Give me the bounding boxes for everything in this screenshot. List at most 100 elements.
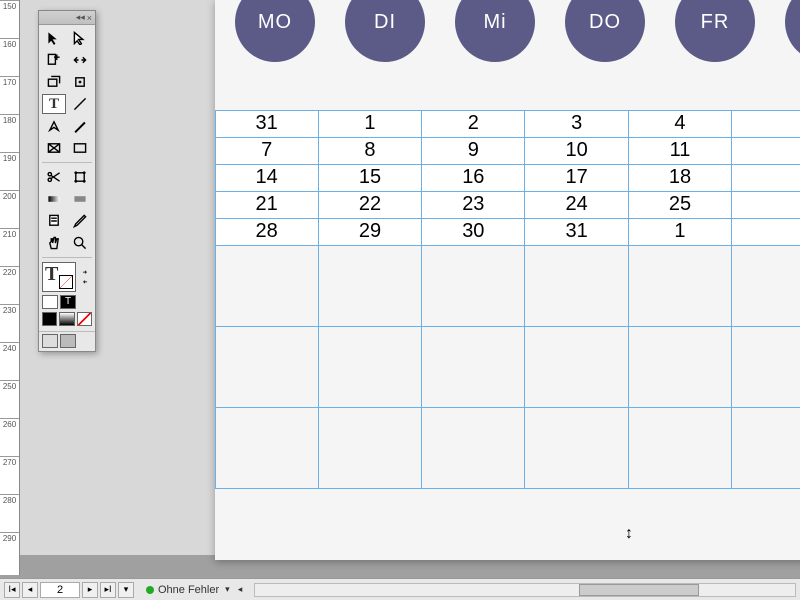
apply-gradient[interactable] [59,312,74,326]
pen-tool[interactable] [42,116,66,136]
pencil-tool[interactable] [68,116,92,136]
calendar-cell[interactable] [731,137,800,165]
tools-panel[interactable]: ◂◂ × T T T [38,10,96,352]
page-navigator[interactable]: I◂ ◂ ▸ ▸I ▾ [0,582,138,598]
calendar-cell[interactable] [215,245,319,327]
calendar-cell[interactable] [731,407,800,489]
weekday-circle[interactable]: FR [675,0,755,62]
calendar-cell[interactable]: 7 [215,137,319,165]
rectangle-tool[interactable] [68,138,92,158]
calendar-cell[interactable] [731,326,800,408]
calendar-cell[interactable]: 18 [628,164,732,192]
calendar-cell[interactable] [731,218,800,246]
weekday-circle[interactable]: DI [345,0,425,62]
next-page-button[interactable]: ▸ [82,582,98,598]
calendar-cell[interactable]: 10 [524,137,628,165]
gap-tool[interactable] [68,50,92,70]
eyedropper-tool[interactable] [68,211,92,231]
apply-none[interactable] [77,312,92,326]
prev-page-button[interactable]: ◂ [22,582,38,598]
preview-view-icon[interactable] [60,334,76,348]
free-transform-tool[interactable] [68,167,92,187]
calendar-cell[interactable]: 31 [524,218,628,246]
calendar-cell[interactable] [628,326,732,408]
content-placer-tool[interactable] [68,72,92,92]
calendar-cell[interactable] [524,326,628,408]
calendar-cell[interactable]: 15 [318,164,422,192]
page-tool[interactable] [42,50,66,70]
normal-view-icon[interactable] [42,334,58,348]
scrollbar-thumb[interactable] [579,584,699,596]
status-dropdown-icon[interactable]: ▾ [225,584,230,595]
line-tool[interactable] [68,94,92,114]
minimize-icon[interactable]: ◂◂ [76,12,85,23]
calendar-grid[interactable]: 3112347891011141516171821222324252829303… [215,110,800,488]
calendar-cell[interactable]: 24 [524,191,628,219]
document-page[interactable]: MODIMiDOFRS 3112347891011141516171821222… [215,0,800,560]
swap-fill-stroke-icon[interactable] [78,262,92,292]
weekday-circle[interactable]: S [785,0,800,62]
calendar-cell[interactable] [318,245,422,327]
calendar-cell[interactable]: 1 [628,218,732,246]
calendar-cell[interactable]: 23 [421,191,525,219]
gradient-swatch-tool[interactable] [42,189,66,209]
gradient-feather-tool[interactable] [68,189,92,209]
calendar-cell[interactable]: 2 [421,110,525,138]
last-page-button[interactable]: ▸I [100,582,116,598]
calendar-cell[interactable]: 22 [318,191,422,219]
fill-stroke-swap[interactable]: T [42,262,76,292]
calendar-cell[interactable] [421,407,525,489]
calendar-cell[interactable] [215,407,319,489]
rectangle-frame-tool[interactable] [42,138,66,158]
calendar-cell[interactable] [421,326,525,408]
calendar-cell[interactable] [628,245,732,327]
calendar-cell[interactable]: 16 [421,164,525,192]
horizontal-scrollbar[interactable] [254,583,796,597]
calendar-cell[interactable] [731,164,800,192]
hand-tool[interactable] [42,233,66,253]
note-tool[interactable] [42,211,66,231]
page-number-input[interactable] [40,582,80,598]
apply-color-black[interactable] [42,312,57,326]
type-tool[interactable]: T [42,94,66,114]
calendar-cell[interactable]: 14 [215,164,319,192]
calendar-cell[interactable] [731,110,800,138]
format-container-icon[interactable] [42,295,58,309]
calendar-cell[interactable] [731,245,800,327]
calendar-cell[interactable]: 9 [421,137,525,165]
calendar-cell[interactable]: 25 [628,191,732,219]
weekday-circle[interactable]: DO [565,0,645,62]
page-menu-button[interactable]: ▾ [118,582,134,598]
tools-panel-header[interactable]: ◂◂ × [39,11,95,25]
calendar-cell[interactable] [421,245,525,327]
calendar-cell[interactable]: 11 [628,137,732,165]
first-page-button[interactable]: I◂ [4,582,20,598]
calendar-cell[interactable]: 30 [421,218,525,246]
calendar-cell[interactable]: 29 [318,218,422,246]
calendar-cell[interactable]: 3 [524,110,628,138]
calendar-cell[interactable] [524,245,628,327]
calendar-cell[interactable] [628,407,732,489]
weekday-circle[interactable]: MO [235,0,315,62]
close-icon[interactable]: × [87,13,92,23]
calendar-cell[interactable]: 31 [215,110,319,138]
calendar-cell[interactable]: 17 [524,164,628,192]
calendar-cell[interactable]: 8 [318,137,422,165]
selection-tool[interactable] [42,28,66,48]
calendar-cell[interactable] [524,407,628,489]
calendar-cell[interactable]: 4 [628,110,732,138]
weekday-circle[interactable]: Mi [455,0,535,62]
scissors-tool[interactable] [42,167,66,187]
calendar-cell[interactable]: 21 [215,191,319,219]
calendar-cell[interactable] [318,407,422,489]
format-text-icon[interactable]: T [60,295,76,309]
direct-selection-tool[interactable] [68,28,92,48]
content-collector-tool[interactable] [42,72,66,92]
calendar-cell[interactable]: 28 [215,218,319,246]
calendar-cell[interactable] [215,326,319,408]
calendar-cell[interactable] [731,191,800,219]
calendar-cell[interactable] [318,326,422,408]
calendar-cell[interactable]: 1 [318,110,422,138]
status-dropdown-icon-2[interactable]: ◂ [238,584,243,595]
zoom-tool[interactable] [68,233,92,253]
